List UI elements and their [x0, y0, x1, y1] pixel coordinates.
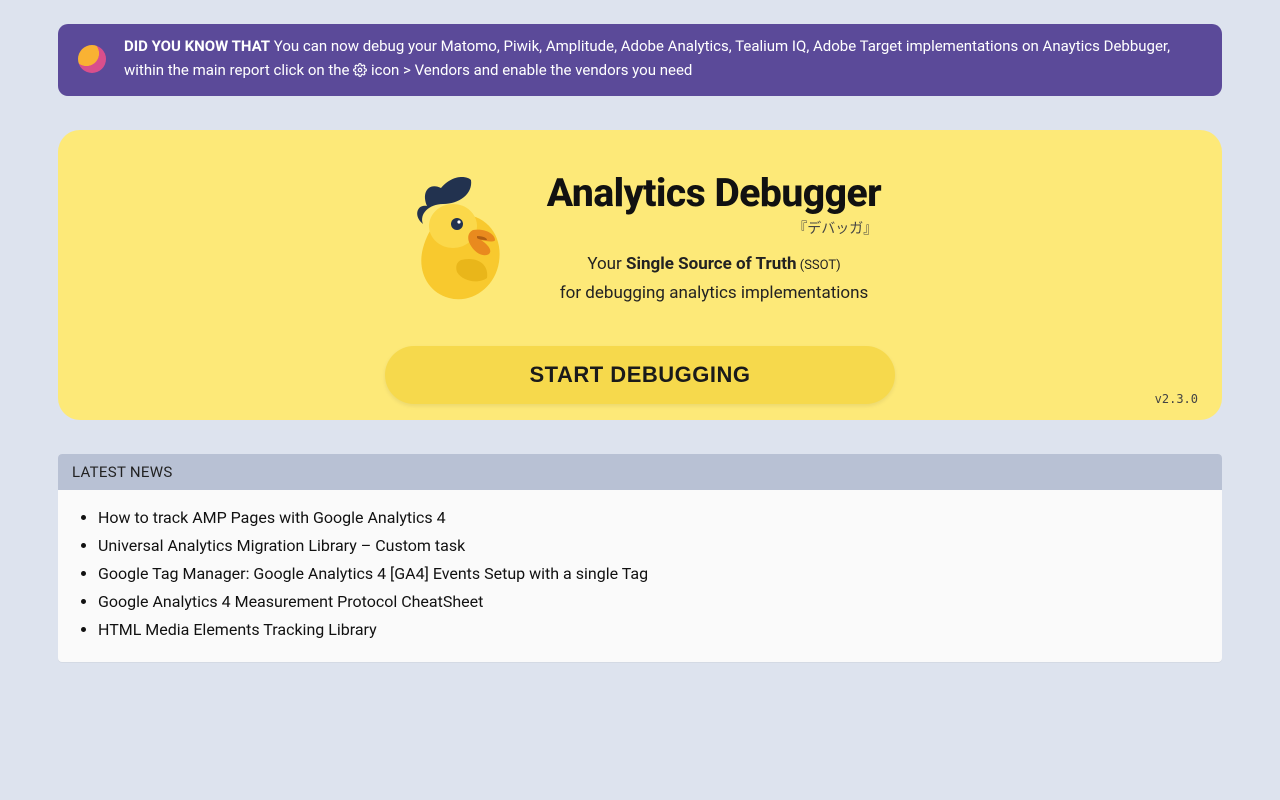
hero-card: Analytics Debugger 『デバッガ』 Your Single So…: [58, 130, 1222, 420]
news-heading: LATEST NEWS: [58, 454, 1222, 490]
gear-icon: [353, 60, 367, 84]
duck-logo-icon: [399, 170, 519, 314]
news-panel: LATEST NEWS How to track AMP Pages with …: [58, 454, 1222, 662]
hero-subtitle: 『デバッガ』: [547, 218, 881, 238]
banner-body-after: icon > Vendors and enable the vendors yo…: [367, 61, 692, 79]
banner-text: DID YOU KNOW THAT You can now debug your…: [124, 34, 1202, 84]
banner-avatar-icon: [78, 45, 106, 73]
news-item[interactable]: Google Analytics 4 Measurement Protocol …: [98, 588, 1208, 616]
info-banner: DID YOU KNOW THAT You can now debug your…: [58, 24, 1222, 96]
news-item[interactable]: How to track AMP Pages with Google Analy…: [98, 504, 1208, 532]
news-item[interactable]: HTML Media Elements Tracking Library: [98, 616, 1208, 644]
news-item[interactable]: Universal Analytics Migration Library – …: [98, 532, 1208, 560]
news-item[interactable]: Google Tag Manager: Google Analytics 4 […: [98, 560, 1208, 588]
version-label: v2.3.0: [1155, 392, 1198, 406]
start-debugging-button[interactable]: START DEBUGGING: [385, 346, 895, 404]
hero-title: Analytics Debugger: [547, 170, 881, 216]
news-list: How to track AMP Pages with Google Analy…: [58, 490, 1222, 662]
hero-tagline: Your Single Source of Truth (SSOT) for d…: [547, 250, 881, 308]
banner-prefix: DID YOU KNOW THAT: [124, 37, 270, 55]
